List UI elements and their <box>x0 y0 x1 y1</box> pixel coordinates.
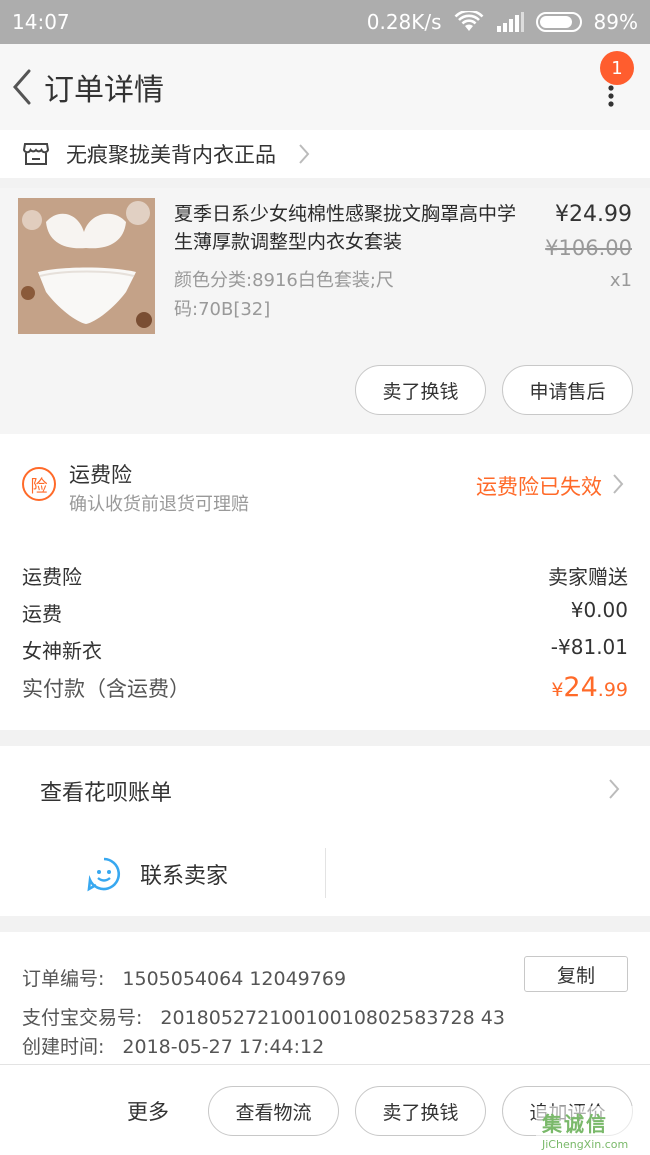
nav-bar: 订单详情 1 <box>0 44 650 130</box>
status-right: 0.28K/s 89% <box>367 10 638 34</box>
huabei-bill-label: 查看花呗账单 <box>40 781 173 806</box>
product-original-price: ¥106.00 <box>545 236 632 260</box>
total-paid-value: ¥24.99 <box>551 672 628 703</box>
shipping-insurance-row[interactable]: 险 运费险 确认收货前退货可理赔 运费险已失效 <box>0 434 650 534</box>
lingerie-photo <box>18 198 155 334</box>
cost-value: 卖家赠送 <box>548 565 628 589</box>
view-logistics-button[interactable]: 查看物流 <box>208 1086 339 1136</box>
product-image[interactable] <box>18 198 155 334</box>
signal-icon <box>496 12 524 32</box>
product-item[interactable]: 夏季日系少女纯棉性感聚拢文胸罩高中学生薄厚款调整型内衣女套装 颜色分类:8916… <box>0 188 650 434</box>
chevron-right-icon <box>613 474 624 494</box>
created-time-row: 创建时间: 2018-05-27 17:44:12 <box>22 1032 324 1059</box>
insurance-status: 运费险已失效 <box>476 475 602 499</box>
insurance-title: 运费险 <box>69 463 132 487</box>
watermark: 集诚信 JiChengXin.com <box>536 1106 648 1155</box>
product-title: 夏季日系少女纯棉性感聚拢文胸罩高中学生薄厚款调整型内衣女套装 <box>174 203 517 253</box>
total-paid-label: 实付款（含运费） <box>22 677 190 701</box>
watermark-text: 集诚信 <box>542 1112 608 1136</box>
created-time-label: 创建时间: <box>22 1036 105 1058</box>
chevron-right-icon <box>609 779 620 799</box>
copy-button[interactable]: 复制 <box>524 956 628 992</box>
chat-face-icon <box>87 857 121 892</box>
shop-name: 无痕聚拢美背内衣正品 <box>66 143 276 167</box>
battery-icon <box>535 12 582 32</box>
product-price: ¥24.99 <box>555 202 632 227</box>
total-paid-row: 实付款（含运费） ¥24.99 <box>22 672 628 703</box>
wifi-icon <box>454 11 483 31</box>
contact-section: 联系卖家 <box>0 834 650 916</box>
cost-label: 运费 <box>22 602 62 626</box>
created-time: 2018-05-27 17:44:12 <box>122 1036 325 1058</box>
more-button[interactable]: 更多 <box>127 1096 169 1126</box>
insurance-description: 确认收货前退货可理赔 <box>69 494 249 515</box>
cost-value: ¥0.00 <box>570 598 628 622</box>
alipay-number-row: 支付宝交易号: 20180527210010010802583728 43 <box>22 1003 505 1030</box>
insurance-icon: 险 <box>22 467 56 501</box>
product-quantity: x1 <box>609 270 632 291</box>
back-button[interactable] <box>2 44 42 130</box>
order-number: 1505054064 12049769 <box>122 968 347 990</box>
order-number-row: 订单编号: 1505054064 12049769 <box>22 964 346 991</box>
status-time: 14:07 <box>12 10 70 34</box>
watermark-url: JiChengXin.com <box>542 1138 629 1151</box>
cost-breakdown: 运费险 卖家赠送 运费 ¥0.00 女神新衣 -¥81.01 实付款（含运费） … <box>0 534 650 730</box>
sell-for-cash-button[interactable]: 卖了换钱 <box>355 365 486 415</box>
cost-value: -¥81.01 <box>550 635 628 659</box>
total-integer: 24 <box>563 672 598 703</box>
alipay-number: 20180527210010010802583728 43 <box>160 1007 505 1029</box>
cost-row-shipping: 运费 ¥0.00 <box>22 598 628 627</box>
sell-for-cash-button[interactable]: 卖了换钱 <box>355 1086 486 1136</box>
alipay-number-label: 支付宝交易号: <box>22 1007 143 1029</box>
shop-icon <box>22 143 50 165</box>
shop-row[interactable]: 无痕聚拢美背内衣正品 <box>0 130 650 178</box>
cost-row-discount: 女神新衣 -¥81.01 <box>22 635 628 664</box>
notification-badge: 1 <box>600 51 634 85</box>
cost-row-insurance: 运费险 卖家赠送 <box>22 561 628 590</box>
order-info: 订单编号: 1505054064 12049769 复制 支付宝交易号: 20180… <box>0 932 650 1066</box>
status-bar: 14:07 0.28K/s 89% <box>0 0 650 44</box>
total-currency: ¥ <box>551 679 564 701</box>
contact-seller-label: 联系卖家 <box>140 864 229 889</box>
cost-label: 女神新衣 <box>22 639 102 663</box>
back-arrow-icon <box>13 69 31 105</box>
huabei-bill-row[interactable]: 查看花呗账单 <box>0 746 650 834</box>
product-spec: 颜色分类:8916白色套装;尺码:70B[32] <box>174 270 394 320</box>
page-title: 订单详情 <box>44 73 164 108</box>
battery-percent: 89% <box>593 10 638 34</box>
network-speed: 0.28K/s <box>366 10 442 34</box>
total-decimal: .99 <box>597 679 628 701</box>
contact-seller-button[interactable]: 联系卖家 <box>86 856 228 892</box>
chevron-right-icon <box>299 144 310 164</box>
cost-label: 运费险 <box>22 565 82 589</box>
request-after-sale-button[interactable]: 申请售后 <box>502 365 633 415</box>
divider <box>325 848 326 898</box>
order-number-label: 订单编号: <box>22 968 105 990</box>
